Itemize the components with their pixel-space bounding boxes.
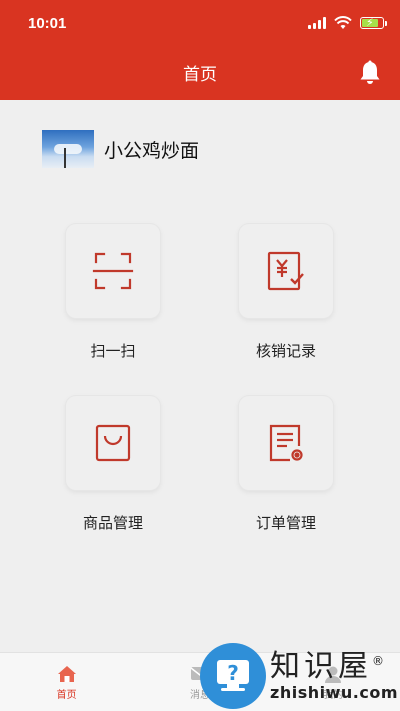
watermark-cn: 知识屋® bbox=[270, 648, 388, 684]
watermark-en: zhishiwu.com bbox=[270, 682, 398, 702]
shop-name: 小公鸡炒面 bbox=[104, 139, 200, 162]
home-icon bbox=[57, 666, 76, 682]
order-tile[interactable] bbox=[239, 396, 333, 490]
grid-item-verification-record[interactable]: 核销记录 bbox=[216, 224, 356, 361]
scan-tile[interactable] bbox=[66, 224, 160, 318]
status-icons: ⚡ bbox=[308, 16, 387, 30]
watermark: ? 知识屋® zhishiwu.com bbox=[200, 640, 400, 711]
tab-home[interactable]: 首页 bbox=[0, 653, 133, 711]
verification-record-tile[interactable] bbox=[239, 224, 333, 318]
status-time: 10:01 bbox=[28, 14, 67, 32]
grid-item-order[interactable]: 订单管理 bbox=[216, 396, 356, 533]
bell-icon[interactable] bbox=[358, 60, 382, 86]
page-title: 首页 bbox=[183, 65, 217, 85]
grid-label-scan: 扫一扫 bbox=[90, 342, 136, 360]
product-icon bbox=[95, 424, 131, 462]
tab-home-label: 首页 bbox=[56, 690, 77, 701]
grid-label-order: 订单管理 bbox=[255, 514, 316, 532]
shop-avatar bbox=[42, 130, 94, 168]
order-settings-icon bbox=[269, 424, 303, 462]
grid-label-product: 商品管理 bbox=[82, 514, 143, 532]
status-bar: 10:01 ⚡ bbox=[0, 0, 400, 46]
battery-icon: ⚡ bbox=[360, 16, 387, 29]
verification-record-icon bbox=[267, 251, 304, 291]
wifi-icon bbox=[334, 16, 352, 29]
scan-icon bbox=[92, 252, 134, 290]
grid-label-verification-record: 核销记录 bbox=[255, 342, 316, 360]
grid-item-product[interactable]: 商品管理 bbox=[43, 396, 183, 533]
watermark-logo-icon: ? bbox=[200, 642, 266, 709]
watermark-text: 知识屋® zhishiwu.com bbox=[270, 650, 398, 702]
signal-icon bbox=[308, 17, 326, 29]
product-tile[interactable] bbox=[66, 396, 160, 490]
app-header: 10:01 ⚡ 首页 bbox=[0, 0, 400, 100]
shop-info[interactable]: 小公鸡炒面 bbox=[42, 130, 199, 168]
grid-item-scan[interactable]: 扫一扫 bbox=[43, 224, 183, 361]
svg-text:?: ? bbox=[227, 661, 239, 685]
